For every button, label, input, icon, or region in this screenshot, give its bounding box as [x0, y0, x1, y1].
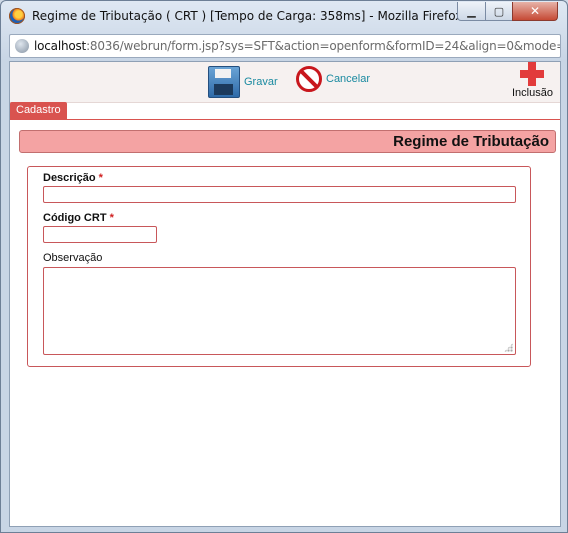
url-text[interactable]: localhost:8036/webrun/form.jsp?sys=SFT&a…	[34, 39, 561, 53]
section-title: Regime de Tributação	[393, 133, 549, 150]
page-content: Gravar Cancelar Inclusão Cadastro Regime…	[9, 61, 561, 527]
observacao-label: Observação	[43, 252, 103, 264]
maximize-button[interactable]: ▢	[485, 2, 513, 21]
tab-underline	[10, 119, 560, 120]
descricao-input[interactable]	[43, 186, 516, 203]
form-toolbar: Gravar Cancelar Inclusão	[10, 62, 560, 103]
globe-icon	[15, 39, 29, 53]
cancel-button[interactable]: Cancelar	[296, 66, 370, 92]
url-path: :8036/webrun/form.jsp?sys=SFT&action=ope…	[86, 39, 561, 53]
close-button[interactable]: ✕	[512, 2, 558, 21]
minimize-icon: ▁	[467, 4, 476, 18]
codigo-crt-label: Código CRT *	[43, 212, 114, 224]
tab-cadastro[interactable]: Cadastro	[10, 102, 67, 119]
floppy-disk-icon	[208, 66, 240, 98]
descricao-label-text: Descrição	[43, 172, 96, 184]
form-panel: Descrição * Código CRT * Observação	[27, 166, 531, 367]
resize-grip-icon[interactable]	[504, 343, 513, 352]
cancel-label: Cancelar	[326, 73, 371, 85]
minimize-button[interactable]: ▁	[457, 2, 486, 21]
codigo-crt-input[interactable]	[43, 226, 157, 243]
codigo-crt-label-text: Código CRT	[43, 212, 107, 224]
cancel-icon	[296, 66, 322, 92]
add-button[interactable]: Inclusão	[512, 62, 553, 99]
descricao-label: Descrição *	[43, 172, 103, 184]
plus-icon	[519, 62, 545, 87]
add-label: Inclusão	[512, 87, 553, 99]
maximize-icon: ▢	[493, 4, 505, 18]
window-title: Regime de Tributação ( CRT ) [Tempo de C…	[32, 9, 463, 23]
save-label: Gravar	[244, 76, 278, 88]
close-icon: ✕	[529, 4, 541, 18]
firefox-icon	[9, 8, 25, 24]
save-button[interactable]: Gravar	[208, 66, 278, 98]
address-bar[interactable]: localhost:8036/webrun/form.jsp?sys=SFT&a…	[9, 34, 561, 58]
browser-window: Regime de Tributação ( CRT ) [Tempo de C…	[0, 0, 568, 533]
title-bar: Regime de Tributação ( CRT ) [Tempo de C…	[1, 1, 567, 31]
url-host: localhost	[34, 39, 87, 53]
observacao-textarea[interactable]	[43, 267, 516, 355]
required-marker: *	[109, 212, 114, 224]
section-header: Regime de Tributação	[19, 130, 556, 153]
required-marker: *	[98, 172, 103, 184]
